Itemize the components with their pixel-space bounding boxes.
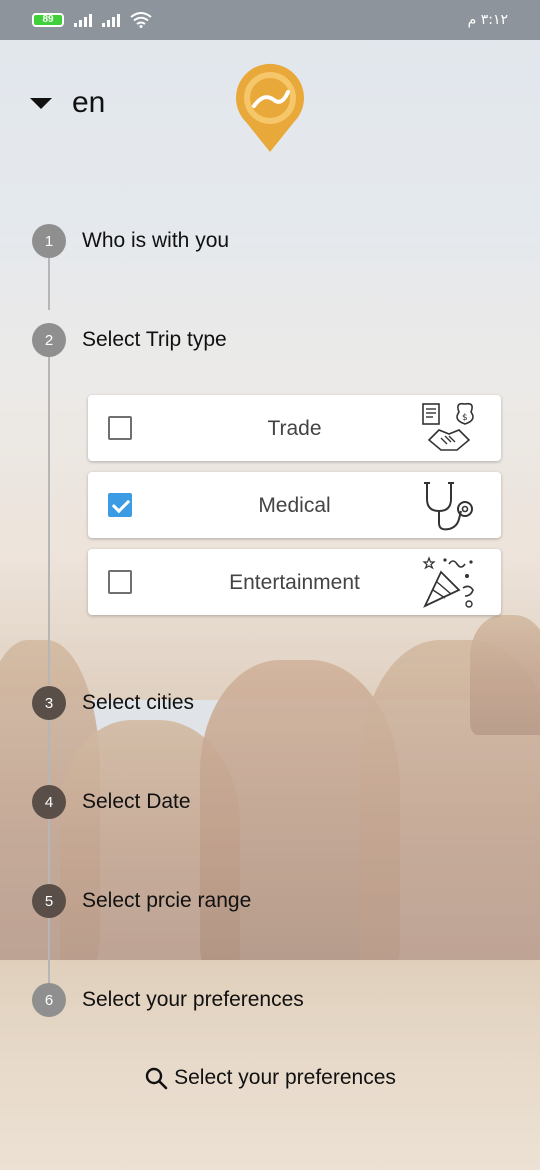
signal-icon-2: [102, 13, 120, 27]
wifi-icon: [130, 12, 152, 28]
step-label: Who is with you: [82, 229, 230, 252]
step-connector: [48, 918, 50, 984]
search-icon: [145, 1067, 168, 1090]
step-label: Select cities: [82, 691, 195, 714]
language-label: en: [72, 86, 106, 119]
signal-icon: [74, 13, 92, 27]
step-label: Select your preferences: [82, 988, 304, 1011]
step-select-cities[interactable]: 3 Select cities: [32, 686, 194, 720]
step-number: 5: [32, 884, 66, 918]
step-select-price-range[interactable]: 5 Select prcie range: [32, 884, 251, 918]
app-logo: [236, 63, 304, 152]
step-select-trip-type[interactable]: 2 Select Trip type: [32, 323, 227, 357]
caret-down-icon: [30, 97, 52, 109]
step-connector: [48, 720, 50, 786]
step-number: 1: [32, 224, 66, 258]
trip-option-trade[interactable]: Trade $: [88, 395, 501, 461]
battery-icon: 89: [32, 13, 64, 27]
trip-option-entertainment[interactable]: Entertainment: [88, 549, 501, 615]
step-label: Select Trip type: [82, 328, 227, 351]
clock: ٣:١٢ م: [467, 12, 508, 28]
handshake-money-icon: $: [422, 402, 474, 451]
step-connector: [48, 258, 50, 310]
step-number: 2: [32, 323, 66, 357]
language-selector[interactable]: en: [30, 86, 105, 120]
step-label: Select Date: [82, 790, 191, 813]
stethoscope-icon: [424, 482, 473, 531]
step-number: 6: [32, 983, 66, 1017]
trip-option-medical[interactable]: Medical: [88, 472, 501, 538]
step-select-date[interactable]: 4 Select Date: [32, 785, 191, 819]
button-label: Select your preferences: [174, 1066, 396, 1089]
status-bar: 89 ٣:١٢ م: [0, 0, 540, 40]
step-select-preferences[interactable]: 6 Select your preferences: [32, 983, 304, 1017]
select-preferences-button[interactable]: Select your preferences: [0, 1066, 540, 1090]
step-connector: [48, 357, 50, 685]
step-number: 4: [32, 785, 66, 819]
step-number: 3: [32, 686, 66, 720]
step-who-is-with-you[interactable]: 1 Who is with you: [32, 224, 229, 258]
svg-text:$: $: [462, 413, 468, 423]
party-popper-icon: [422, 556, 474, 608]
step-label: Select prcie range: [82, 889, 252, 912]
step-connector: [48, 819, 50, 885]
